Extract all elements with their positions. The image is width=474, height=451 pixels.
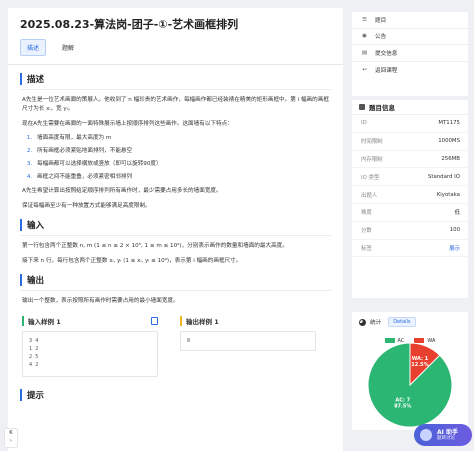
info-value: 低 bbox=[454, 210, 460, 217]
hint-heading: 提示 bbox=[20, 389, 331, 401]
robot-avatar-icon bbox=[420, 429, 432, 441]
info-row: 难度 低 bbox=[352, 204, 468, 222]
pie-label-ac: 87.5% bbox=[394, 403, 411, 409]
submission-pie-chart: WA: 112.5%AC: 787.5% bbox=[367, 342, 453, 428]
output-paragraph: 输出一个整数，表示按照所有画作时需要占用的最小墙面宽度。 bbox=[22, 298, 179, 304]
info-key: IO 类型 bbox=[361, 174, 380, 181]
list-item: 每幅画都可以选择横放或竖放（即可以旋转90度） bbox=[34, 161, 329, 168]
info-row: ID MT1175 bbox=[352, 115, 468, 133]
info-value: Kiyotaka bbox=[436, 191, 460, 198]
info-row: 时间限制 1000MS bbox=[352, 133, 468, 151]
list-icon: ☰ bbox=[362, 16, 367, 23]
tab-solution[interactable]: 题解 bbox=[56, 40, 80, 55]
info-key: 标签 bbox=[361, 245, 372, 252]
ai-title: AI 助手 bbox=[437, 429, 458, 436]
sidebar-item-problem[interactable]: ☰ 题目 bbox=[352, 12, 468, 29]
info-key: 内存限制 bbox=[361, 156, 383, 163]
info-row: 内存限制 256MB bbox=[352, 151, 468, 169]
pie-chart-icon bbox=[359, 318, 366, 326]
sample-line: 1 2 bbox=[29, 346, 39, 352]
sidebar-item-label: 公告 bbox=[375, 34, 387, 41]
back-arrow-icon: ↩ bbox=[362, 66, 367, 73]
stats-heading: 统计 bbox=[370, 320, 382, 326]
tab-description[interactable]: 描述 bbox=[20, 39, 47, 56]
divider bbox=[20, 290, 331, 291]
keyboard-shortcut-hint[interactable]: K › bbox=[4, 428, 18, 448]
list-item: 墙面高度有限，最大高度为 m bbox=[34, 135, 329, 142]
sidebar-item-label: 返回课程 bbox=[375, 67, 398, 74]
input-paragraph: 第一行包含两个正整数 n, m (1 ≤ n ≤ 2 × 10⁵, 1 ≤ m … bbox=[22, 243, 288, 249]
ai-assistant-button[interactable]: AI 助手 题目讨论 bbox=[414, 424, 472, 446]
list-item: 画框之间不能重叠，必须紧密相邻排列 bbox=[34, 174, 329, 181]
divider bbox=[8, 64, 343, 65]
info-value: 1000MS bbox=[438, 138, 460, 145]
sample-output-box[interactable]: 8 bbox=[180, 331, 316, 351]
info-value: 256MB bbox=[441, 155, 460, 162]
input-heading: 输入 bbox=[20, 219, 331, 231]
samples: 输入样例 1 3 4 1 2 2 5 4 2 输出样例 1 8 bbox=[22, 316, 329, 377]
divider bbox=[20, 235, 331, 236]
description-paragraph: 保证每幅画至少有一种放置方式能够满足高度限制。 bbox=[22, 203, 151, 209]
sample-line: 4 2 bbox=[29, 362, 39, 368]
tag-link[interactable]: 展示 bbox=[449, 244, 460, 252]
problem-info-heading: 题目信息 bbox=[369, 104, 395, 112]
sample-line: 8 bbox=[187, 338, 191, 344]
list-item: 所有画框必须紧贴地面排列，不能悬空 bbox=[34, 148, 329, 155]
page-title: 2025.08.23-算法岗-团子-①-艺术画框排列 bbox=[20, 18, 239, 31]
info-row: 出题人 Kiyotaka bbox=[352, 186, 468, 204]
info-key: 出题人 bbox=[361, 192, 378, 199]
info-key: 时间限制 bbox=[361, 139, 383, 146]
shortcut-key: K bbox=[9, 430, 13, 436]
sidebar-item-label: 提交信息 bbox=[375, 50, 398, 57]
sidebar-item-label: 题目 bbox=[375, 17, 387, 24]
sample-input: 输入样例 1 3 4 1 2 2 5 4 2 bbox=[22, 316, 158, 377]
problem-info-card: 题目信息 ID MT1175 时间限制 1000MS 内存限制 256MB IO 类型… bbox=[352, 100, 468, 298]
details-button[interactable]: Details bbox=[388, 317, 416, 327]
divider bbox=[20, 89, 331, 90]
chevron-icon: › bbox=[10, 438, 12, 444]
sample-output-label: 输出样例 1 bbox=[180, 316, 219, 326]
sample-input-box[interactable]: 3 4 1 2 2 5 4 2 bbox=[22, 331, 158, 377]
sidebar-item-back[interactable]: ↩ 返回课程 bbox=[352, 62, 468, 79]
pie-slice-ac[interactable] bbox=[367, 342, 453, 428]
sample-output: 输出样例 1 8 bbox=[180, 316, 316, 377]
copy-icon[interactable] bbox=[151, 317, 158, 325]
info-key: ID bbox=[361, 120, 367, 127]
sidebar-item-announcement[interactable]: ◉ 公告 bbox=[352, 29, 468, 45]
info-row: IO 类型 Standard IO bbox=[352, 168, 468, 187]
info-row: 分数 100 bbox=[352, 222, 468, 240]
sample-line: 3 4 bbox=[29, 338, 39, 344]
stats-card: 统计 Details AC WA WA: 1 12.5% AC: 7 87.5% bbox=[352, 312, 468, 430]
bell-icon: ◉ bbox=[362, 33, 367, 40]
sample-line: 2 5 bbox=[29, 354, 39, 360]
info-value: MT1175 bbox=[438, 120, 460, 127]
sidebar-item-submissions[interactable]: ▤ 提交信息 bbox=[352, 45, 468, 62]
input-paragraph: 接下来 n 行，每行包含两个正整数 xᵢ, yᵢ (1 ≤ xᵢ, yᵢ ≤ 1… bbox=[22, 258, 242, 264]
description-paragraph: A先生是一位艺术画廊的策展人。他收到了 n 幅珍贵的艺术画作，每幅画作都已经装裱… bbox=[22, 97, 329, 112]
sample-input-label: 输入样例 1 bbox=[22, 316, 61, 326]
info-key: 分数 bbox=[361, 228, 372, 235]
sidebar-nav: ☰ 题目 ◉ 公告 ▤ 提交信息 ↩ 返回课程 bbox=[352, 12, 468, 96]
pie-label-wa: 12.5% bbox=[411, 362, 428, 368]
problem-panel: 2025.08.23-算法岗-团子-①-艺术画框排列 描述 题解 描述 A先生是… bbox=[8, 8, 343, 451]
description-paragraph: A先生希望计算出按照给定顺序排列所有画作时，最少需要占用多长的墙面宽度。 bbox=[22, 188, 222, 194]
info-value: Standard IO bbox=[427, 173, 460, 180]
info-key: 难度 bbox=[361, 210, 372, 217]
document-icon: ▤ bbox=[361, 49, 368, 56]
description-heading: 描述 bbox=[20, 73, 331, 85]
output-heading: 输出 bbox=[20, 274, 331, 286]
problem-tabs: 描述 题解 bbox=[20, 39, 331, 56]
info-icon bbox=[359, 104, 365, 110]
info-row: 标签 展示 bbox=[352, 240, 468, 258]
ai-subtitle: 题目讨论 bbox=[437, 436, 455, 441]
rules-list: 墙面高度有限，最大高度为 m 所有画框必须紧贴地面排列，不能悬空 每幅画都可以选… bbox=[34, 135, 329, 181]
description-paragraph: 现在A先生需要在画廊的一面特殊展示墙上按顺序排列这些画作。这面墙有以下特点： bbox=[22, 121, 233, 127]
info-value: 100 bbox=[449, 227, 460, 234]
